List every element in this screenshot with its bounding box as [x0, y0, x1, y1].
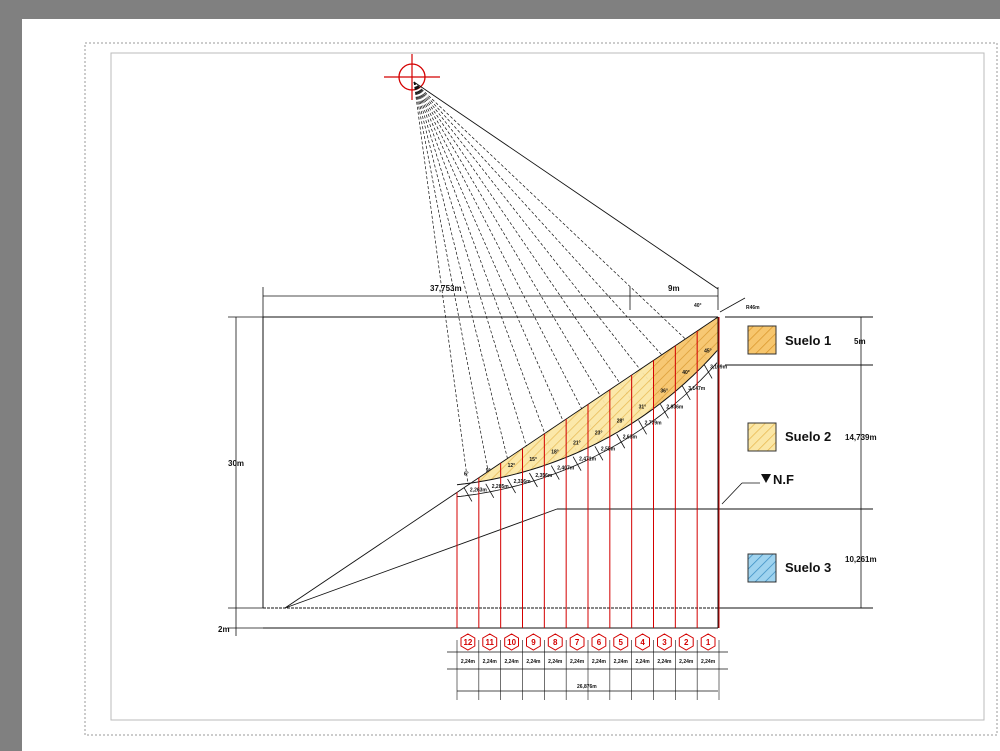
radius-ray — [413, 81, 534, 470]
slice-hatch-fill — [609, 374, 632, 437]
slice-number-label: 12 — [463, 638, 472, 647]
slice-arc-length-label: 2,779m — [645, 420, 663, 426]
slice-width-label: 2,24m — [504, 659, 519, 665]
radius-ray — [413, 81, 709, 361]
phreatic-line-slope — [284, 508, 558, 609]
slice-width-label: 2,24m — [657, 659, 672, 665]
slice-arc-length-label: 3,147m — [688, 386, 706, 392]
height-label: 30m — [228, 459, 244, 468]
crest-width-label: 9m — [668, 284, 680, 293]
slice-width-label: 2,24m — [679, 659, 694, 665]
radius-ray — [413, 81, 556, 462]
slice-number-label: 9 — [531, 638, 536, 647]
suelo3-label: Suelo 3 — [785, 560, 831, 575]
water-leader-d — [721, 482, 743, 505]
top-dimension: 37,753m 9m 40° R46m — [262, 284, 760, 317]
suelo1-swatch — [747, 325, 777, 355]
frame-border — [110, 52, 985, 721]
layer2-thickness: 14,739m — [845, 433, 877, 442]
radius-ray — [413, 81, 665, 401]
layer1-thickness: 5m — [854, 337, 866, 346]
slice-width-label: 2,24m — [461, 659, 476, 665]
radius-ray — [413, 81, 469, 484]
slice-hatch-fill — [697, 316, 720, 373]
slice-hatch-fill — [587, 389, 610, 449]
radius-ray — [413, 81, 600, 443]
slice-arc-length-label: 3,109m — [710, 364, 728, 370]
slice-width-label: 2,24m — [614, 659, 629, 665]
layer-dimensions: 5m 14,739m 10,261m — [845, 317, 877, 608]
slice-width-label: 2,24m — [483, 659, 498, 665]
suelo3-swatch — [747, 553, 777, 583]
radius-leader — [719, 297, 746, 313]
slice-arc-length-label: 2,471m — [579, 457, 597, 463]
layer3-thickness: 10,261m — [845, 555, 877, 564]
total-base-label: 26,876m — [577, 684, 597, 690]
slice-angle-label: 31° — [639, 404, 647, 410]
slice-width-label: 2,24m — [570, 659, 585, 665]
slice-number-label: 6 — [597, 638, 602, 647]
slice-arc-length-label: 2,263m — [470, 487, 488, 493]
suelo1-label: Suelo 1 — [785, 333, 831, 348]
water-level-label: N.F — [773, 472, 794, 487]
radius-ray — [413, 81, 687, 383]
bottom-dimension: 26,876m — [447, 651, 728, 692]
radius-ray — [413, 81, 622, 431]
slice-number-label: 4 — [640, 638, 645, 647]
slice-angle-label: 21° — [573, 441, 581, 447]
slice-arc-length-label: 2,356m — [535, 473, 553, 479]
slice-angle-label: 18° — [551, 450, 559, 456]
cad-viewport[interactable]: 37,753m 9m 40° R46m 30m 2m 5m 14,739m 10… — [0, 0, 1000, 751]
slice-number-label: 10 — [507, 638, 516, 647]
slice-angle-label: 15° — [529, 457, 537, 463]
radius-line-main — [413, 81, 719, 290]
slice-angle-label: 36° — [660, 388, 668, 394]
slice-number-label: 5 — [619, 638, 624, 647]
slice-angle-label: 12° — [508, 463, 516, 469]
radius-ray — [413, 81, 643, 417]
slice-arc-length-label: 2,316m — [514, 479, 532, 485]
slice-number-label: 7 — [575, 638, 580, 647]
slope-stability-drawing: 37,753m 9m 40° R46m 30m 2m 5m 14,739m 10… — [84, 42, 998, 736]
slice-fills — [478, 316, 720, 483]
water-level-marker: N.F — [721, 472, 794, 505]
slice-angle-label: 9° — [486, 468, 491, 474]
slice-angle-label: 45° — [704, 348, 712, 354]
slice-hatch-fill — [631, 359, 654, 424]
slice-angle-label: 28° — [617, 418, 625, 424]
slice-width-label: 2,24m — [526, 659, 541, 665]
slice-width-label: 2,24m — [635, 659, 650, 665]
left-dimension: 30m 2m — [218, 316, 263, 636]
crest-angle-label: 40° — [694, 303, 702, 309]
slice-number-label: 2 — [684, 638, 689, 647]
slice-arc-length-label: 2,407m — [557, 466, 575, 472]
slice-width-label: 2,24m — [548, 659, 563, 665]
slice-number-label: 8 — [553, 638, 558, 647]
slice-number-label: 3 — [662, 638, 667, 647]
slice-number-label: 1 — [706, 638, 711, 647]
soil-legend: Suelo 1 Suelo 2 Suelo 3 — [747, 325, 831, 583]
base-offset-label: 2m — [218, 625, 230, 634]
suelo2-label: Suelo 2 — [785, 429, 831, 444]
slice-width-label: 2,24m — [592, 659, 607, 665]
radius-ray — [413, 81, 512, 476]
top-width-label: 37,753m — [430, 284, 462, 293]
slice-angle-label: 23° — [595, 430, 603, 436]
water-level-triangle — [761, 474, 771, 483]
radius-ray — [413, 81, 491, 480]
slice-hatch-fill — [653, 345, 676, 410]
slice-arc-length-label: 2,55m — [601, 446, 616, 452]
slice-arc-length-label: 2,936m — [666, 404, 684, 410]
slice-angle-label: 6° — [464, 471, 469, 477]
slice-width-label: 2,24m — [701, 659, 716, 665]
slice-angle-label: 40° — [682, 370, 690, 376]
slice-arc-length-label: 2,285m — [492, 484, 510, 490]
suelo2-swatch — [747, 422, 777, 452]
radius-label: R46m — [746, 305, 760, 311]
circle-center-marker — [384, 54, 440, 100]
slice-number-label: 11 — [486, 638, 495, 647]
slice-arc-length-label: 2,63m — [623, 434, 638, 440]
